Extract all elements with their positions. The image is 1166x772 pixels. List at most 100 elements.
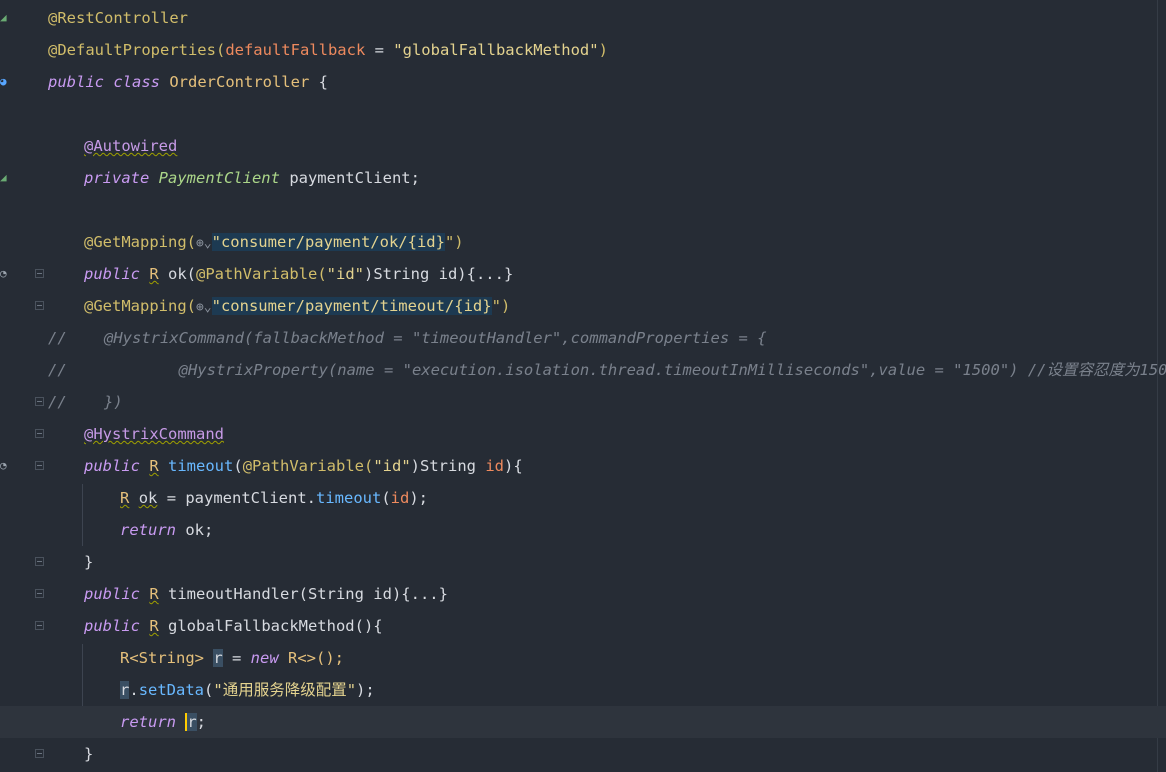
code-line[interactable]: public R timeoutHandler(String id){...} [0, 578, 1166, 610]
code-token: public [84, 617, 150, 635]
code-token: "通用服务降级配置" [213, 681, 357, 699]
code-text: public R globalFallbackMethod(){ [84, 610, 383, 642]
code-text: public R ok(@PathVariable("id")String id… [84, 258, 513, 290]
code-text: // }) [48, 386, 123, 418]
code-line[interactable]: @RestController [0, 2, 1166, 34]
code-token: timeout [316, 489, 382, 507]
code-token: )String [410, 457, 486, 475]
code-token: = [365, 41, 394, 59]
code-token: R [149, 457, 159, 475]
fold-toggle-icon[interactable] [35, 429, 44, 438]
code-token: // }) [48, 393, 123, 411]
code-text: @Autowired [84, 130, 177, 162]
code-line[interactable]: // }) [0, 386, 1166, 418]
code-line[interactable]: @GetMapping(⊕⌄"consumer/payment/timeout/… [0, 290, 1166, 322]
code-text: @DefaultProperties(defaultFallback = "gl… [48, 34, 608, 66]
code-text: } [84, 738, 93, 770]
code-text: @RestController [48, 2, 188, 34]
code-token: R [120, 489, 130, 507]
fold-toggle-icon[interactable] [35, 461, 44, 470]
code-token: public [84, 585, 150, 603]
spring-bean-icon[interactable]: ◢ [0, 12, 7, 23]
code-line[interactable] [0, 98, 1166, 130]
code-token: ok [138, 489, 158, 507]
code-line[interactable] [0, 194, 1166, 226]
spring-bean-icon[interactable]: ◕ [0, 76, 7, 87]
code-line[interactable]: // @HystrixProperty(name = "execution.is… [0, 354, 1166, 386]
code-token: public [84, 457, 150, 475]
code-token: ) [598, 41, 608, 59]
code-text: R ok = paymentClient.timeout(id); [120, 482, 428, 514]
code-text: R<String> r = new R<>(); [120, 642, 344, 674]
code-token: new [250, 649, 288, 667]
code-line[interactable]: return ok; [0, 514, 1166, 546]
code-line[interactable]: return r; [0, 706, 1166, 738]
code-text: public R timeout(@PathVariable("id")Stri… [84, 450, 523, 482]
code-token: R [149, 265, 159, 283]
code-text: // @HystrixCommand(fallbackMethod = "tim… [48, 322, 767, 354]
code-token: id [390, 489, 410, 507]
code-token: "id" [326, 265, 364, 283]
code-token: @GetMapping( [84, 297, 196, 315]
code-line[interactable]: @HystrixCommand [0, 418, 1166, 450]
fold-toggle-icon[interactable] [35, 397, 44, 406]
fold-toggle-icon[interactable] [35, 621, 44, 630]
code-text: return r; [120, 706, 206, 738]
override-icon[interactable]: ◔ [0, 268, 7, 279]
code-token: . [129, 681, 139, 699]
code-token: = paymentClient. [157, 489, 316, 507]
code-token: "globalFallbackMethod" [393, 41, 599, 59]
code-line[interactable]: R ok = paymentClient.timeout(id); [0, 482, 1166, 514]
code-text: @GetMapping(⊕⌄"consumer/payment/timeout/… [84, 290, 510, 324]
code-line[interactable]: R<String> r = new R<>(); [0, 642, 1166, 674]
code-token: @DefaultProperties( [48, 41, 226, 59]
code-text: public R timeoutHandler(String id){...} [84, 578, 448, 610]
code-line[interactable]: @GetMapping(⊕⌄"consumer/payment/ok/{id}"… [0, 226, 1166, 258]
code-token: OrderController [169, 73, 310, 91]
code-line[interactable]: } [0, 546, 1166, 578]
code-line[interactable]: public R ok(@PathVariable("id")String id… [0, 258, 1166, 290]
code-token: r [185, 713, 197, 731]
code-line[interactable]: } [0, 738, 1166, 770]
code-token: ( [381, 489, 391, 507]
code-token: @PathVariable( [242, 457, 374, 475]
code-token: R [149, 617, 159, 635]
override-icon[interactable]: ◔ [0, 460, 7, 471]
fold-toggle-icon[interactable] [35, 557, 44, 566]
code-line[interactable]: private PaymentClient paymentClient; [0, 162, 1166, 194]
code-line[interactable]: public class OrderController { [0, 66, 1166, 98]
code-token: @PathVariable( [196, 265, 327, 283]
code-token: R [149, 585, 159, 603]
code-token: timeoutHandler(String id){...} [158, 585, 448, 603]
code-token: @RestController [48, 9, 188, 27]
code-line[interactable]: @Autowired [0, 130, 1166, 162]
code-token: defaultFallback [225, 41, 366, 59]
fold-toggle-icon[interactable] [35, 749, 44, 758]
code-line[interactable]: @DefaultProperties(defaultFallback = "gl… [0, 34, 1166, 66]
fold-toggle-icon[interactable] [35, 589, 44, 598]
code-token: paymentClient; [279, 169, 420, 187]
run-icon[interactable]: ◢ [0, 172, 7, 183]
code-line[interactable]: // @HystrixCommand(fallbackMethod = "tim… [0, 322, 1166, 354]
code-token: ( [204, 681, 214, 699]
code-token: @HystrixCommand [84, 425, 224, 443]
code-text: r.setData("通用服务降级配置"); [120, 674, 375, 706]
code-text: @GetMapping(⊕⌄"consumer/payment/ok/{id}"… [84, 226, 464, 260]
code-line[interactable]: r.setData("通用服务降级配置"); [0, 674, 1166, 706]
fold-toggle-icon[interactable] [35, 301, 44, 310]
code-line[interactable]: public R timeout(@PathVariable("id")Stri… [0, 450, 1166, 482]
code-token: "id" [373, 457, 411, 475]
code-token: )String id){...} [363, 265, 514, 283]
code-token: r [213, 649, 223, 667]
code-token: // @HystrixProperty(name = "execution.is… [48, 361, 1166, 379]
code-token: = [222, 649, 251, 667]
fold-toggle-icon[interactable] [35, 269, 44, 278]
code-token: // @HystrixCommand(fallbackMethod = "tim… [48, 329, 767, 347]
code-token: public [84, 265, 150, 283]
code-line[interactable]: public R globalFallbackMethod(){ [0, 610, 1166, 642]
code-token: ⊕⌄ [195, 300, 212, 315]
code-token: setData [138, 681, 205, 699]
code-token: timeout [168, 457, 234, 475]
code-token: ){ [504, 457, 523, 475]
